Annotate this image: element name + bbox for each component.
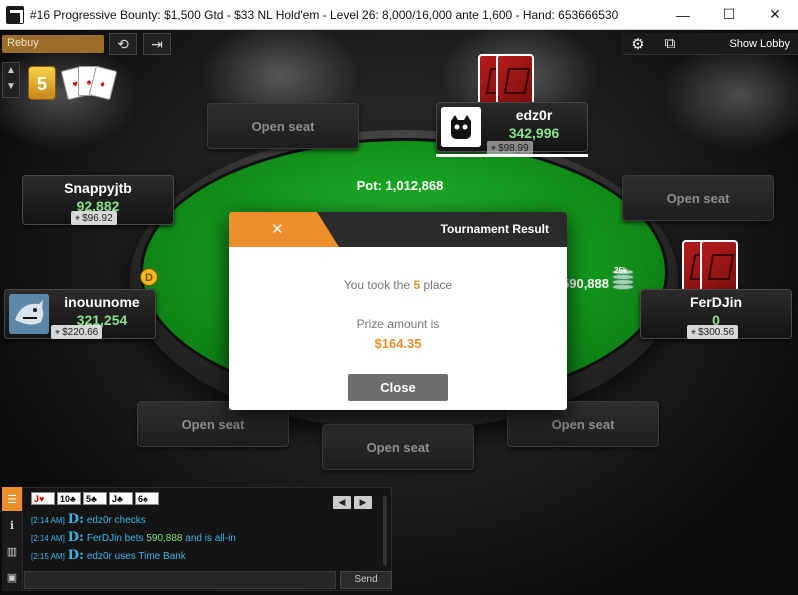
finish-place: 5	[413, 278, 421, 292]
bounty-amount: $300.56	[698, 327, 735, 338]
exit-icon[interactable]: ⇥	[143, 33, 171, 55]
chat-message: [2:14 AM] D: FerDJin bets 590,888 and is a…	[31, 530, 236, 545]
prize-label: Prize amount is	[356, 317, 440, 331]
player-name: inouunome	[64, 294, 140, 310]
tournament-result-dialog: ✕ Tournament Result You took the 5 place…	[229, 212, 567, 410]
dealer-tag: D:	[67, 530, 84, 545]
poker-table-window: #16 Progressive Bounty: $1,500 Gtd - $33…	[0, 0, 798, 595]
bonus-icons[interactable]: 5 ♥ ♠ ♦	[26, 62, 124, 106]
rebuy-button[interactable]: Rebuy	[2, 35, 104, 53]
result-suffix: place	[423, 278, 453, 292]
notes-icon[interactable]: ▣	[2, 565, 22, 589]
board-card: 10♣	[57, 492, 81, 505]
bounty-badge: ⌖ $300.56	[687, 325, 739, 339]
close-icon: ✕	[271, 221, 284, 238]
player-seat-edz0r[interactable]: edz0r 342,996 ⌖ $98.99	[436, 102, 588, 155]
next-hand-button[interactable]: ▶	[354, 496, 372, 509]
close-button[interactable]: Close	[348, 374, 448, 401]
chat-message: [2:14 AM] D: edz0r checks	[31, 512, 146, 527]
settings-toolbar: ⚙ ⧉ Show Lobby	[622, 33, 798, 55]
player-seat-inouunome[interactable]: inouunome 321,254 ⌖ $220.66	[4, 289, 156, 339]
board-card: 5♣	[83, 492, 107, 505]
player-name: Snappyjtb	[64, 180, 132, 196]
dialog-header: ✕ Tournament Result	[229, 212, 567, 247]
avatar	[441, 107, 481, 147]
result-text: You took the 5 place	[229, 278, 567, 292]
board-card: J♣	[109, 492, 133, 505]
title-bar: #16 Progressive Bounty: $1,500 Gtd - $33…	[0, 0, 798, 30]
app-logo-icon	[6, 5, 24, 24]
player-name: edz0r	[515, 107, 553, 123]
scroll-arrows[interactable]: ▲ ▼	[2, 62, 20, 98]
level-badge: 5	[28, 66, 56, 100]
chip-label: 25k	[614, 266, 628, 275]
open-seat-button[interactable]: Open seat	[622, 175, 774, 221]
bounty-badge: ⌖ $220.66	[51, 325, 103, 339]
chip-stack-icon: 25k	[612, 266, 634, 292]
refresh-icon[interactable]: ⟲	[109, 33, 137, 55]
stats-icon[interactable]: ▥	[2, 539, 22, 563]
chat-tab-bar: ☰ ℹ ▥ ▣	[2, 487, 22, 591]
dealer-button: D	[140, 268, 158, 286]
dealer-tag: D:	[67, 548, 84, 563]
hand-history-nav: ◀ ▶	[333, 496, 372, 509]
pot-label: Pot: 1,012,868	[356, 178, 444, 193]
player-name: FerDJin	[689, 294, 743, 310]
chat-message: [2:15 AM] D: edz0r uses Time Bank	[31, 548, 186, 563]
bounty-amount: $96.92	[82, 213, 113, 224]
message-text: FerDJin bets	[86, 533, 147, 544]
message-time: [2:14 AM]	[31, 534, 65, 543]
chat-scrollbar[interactable]	[383, 496, 387, 566]
card-back	[496, 54, 534, 106]
player-bet-amount: 590,888	[562, 276, 609, 291]
bounty-amount: $98.99	[498, 143, 529, 154]
dealer-tag: D:	[67, 512, 84, 527]
board-card: J♥	[31, 492, 55, 505]
player-seat-ferdjin[interactable]: FerDJin 0 ⌖ $300.56	[640, 289, 792, 339]
board-card: 6♠	[135, 492, 159, 505]
target-icon: ⌖	[75, 213, 81, 223]
card-back	[700, 240, 738, 292]
bounty-amount: $220.66	[62, 327, 99, 338]
minimize-button[interactable]: —	[660, 0, 706, 30]
close-window-button[interactable]: ✕	[752, 0, 798, 30]
timer-bar	[436, 154, 588, 157]
cards-icon: ♥ ♠ ♦	[60, 64, 118, 104]
info-icon[interactable]: ℹ	[2, 513, 22, 537]
maximize-button[interactable]: ☐	[706, 0, 752, 30]
board-cards: J♥ 10♣ 5♣ J♣ 6♠	[31, 492, 159, 505]
result-prefix: You took the	[343, 278, 411, 292]
player-stack: 342,996	[508, 125, 560, 141]
target-icon: ⌖	[691, 327, 697, 337]
bounty-badge: ⌖ $98.99	[487, 141, 533, 155]
message-time: [2:15 AM]	[31, 552, 65, 561]
bounty-badge: ⌖ $96.92	[71, 211, 117, 225]
prev-hand-button[interactable]: ◀	[333, 496, 351, 509]
open-seat-button[interactable]: Open seat	[322, 424, 474, 470]
prize-amount: $164.35	[374, 336, 422, 351]
dialog-title: Tournament Result	[440, 222, 549, 236]
open-seat-button[interactable]: Open seat	[207, 103, 359, 149]
player-seat-snappyjtb[interactable]: Snappyjtb 92,882 ⌖ $96.92	[22, 175, 174, 225]
dialog-close-button[interactable]: ✕	[229, 212, 339, 247]
message-text: edz0r uses Time Bank	[86, 551, 186, 562]
message-text: edz0r checks	[86, 515, 146, 526]
gear-icon[interactable]: ⚙	[622, 35, 654, 53]
window-layout-icon[interactable]: ⧉	[654, 35, 686, 52]
chat-icon[interactable]: ☰	[2, 487, 22, 511]
send-button[interactable]: Send	[340, 571, 392, 589]
show-lobby-button[interactable]: Show Lobby	[729, 38, 790, 50]
chat-input[interactable]	[24, 571, 336, 589]
target-icon: ⌖	[491, 143, 497, 153]
target-icon: ⌖	[55, 327, 61, 337]
message-suffix: and is all-in	[182, 533, 236, 544]
spotlight	[660, 40, 798, 150]
message-amount: 590,888	[146, 533, 183, 544]
message-time: [2:14 AM]	[31, 516, 65, 525]
avatar	[9, 294, 49, 334]
